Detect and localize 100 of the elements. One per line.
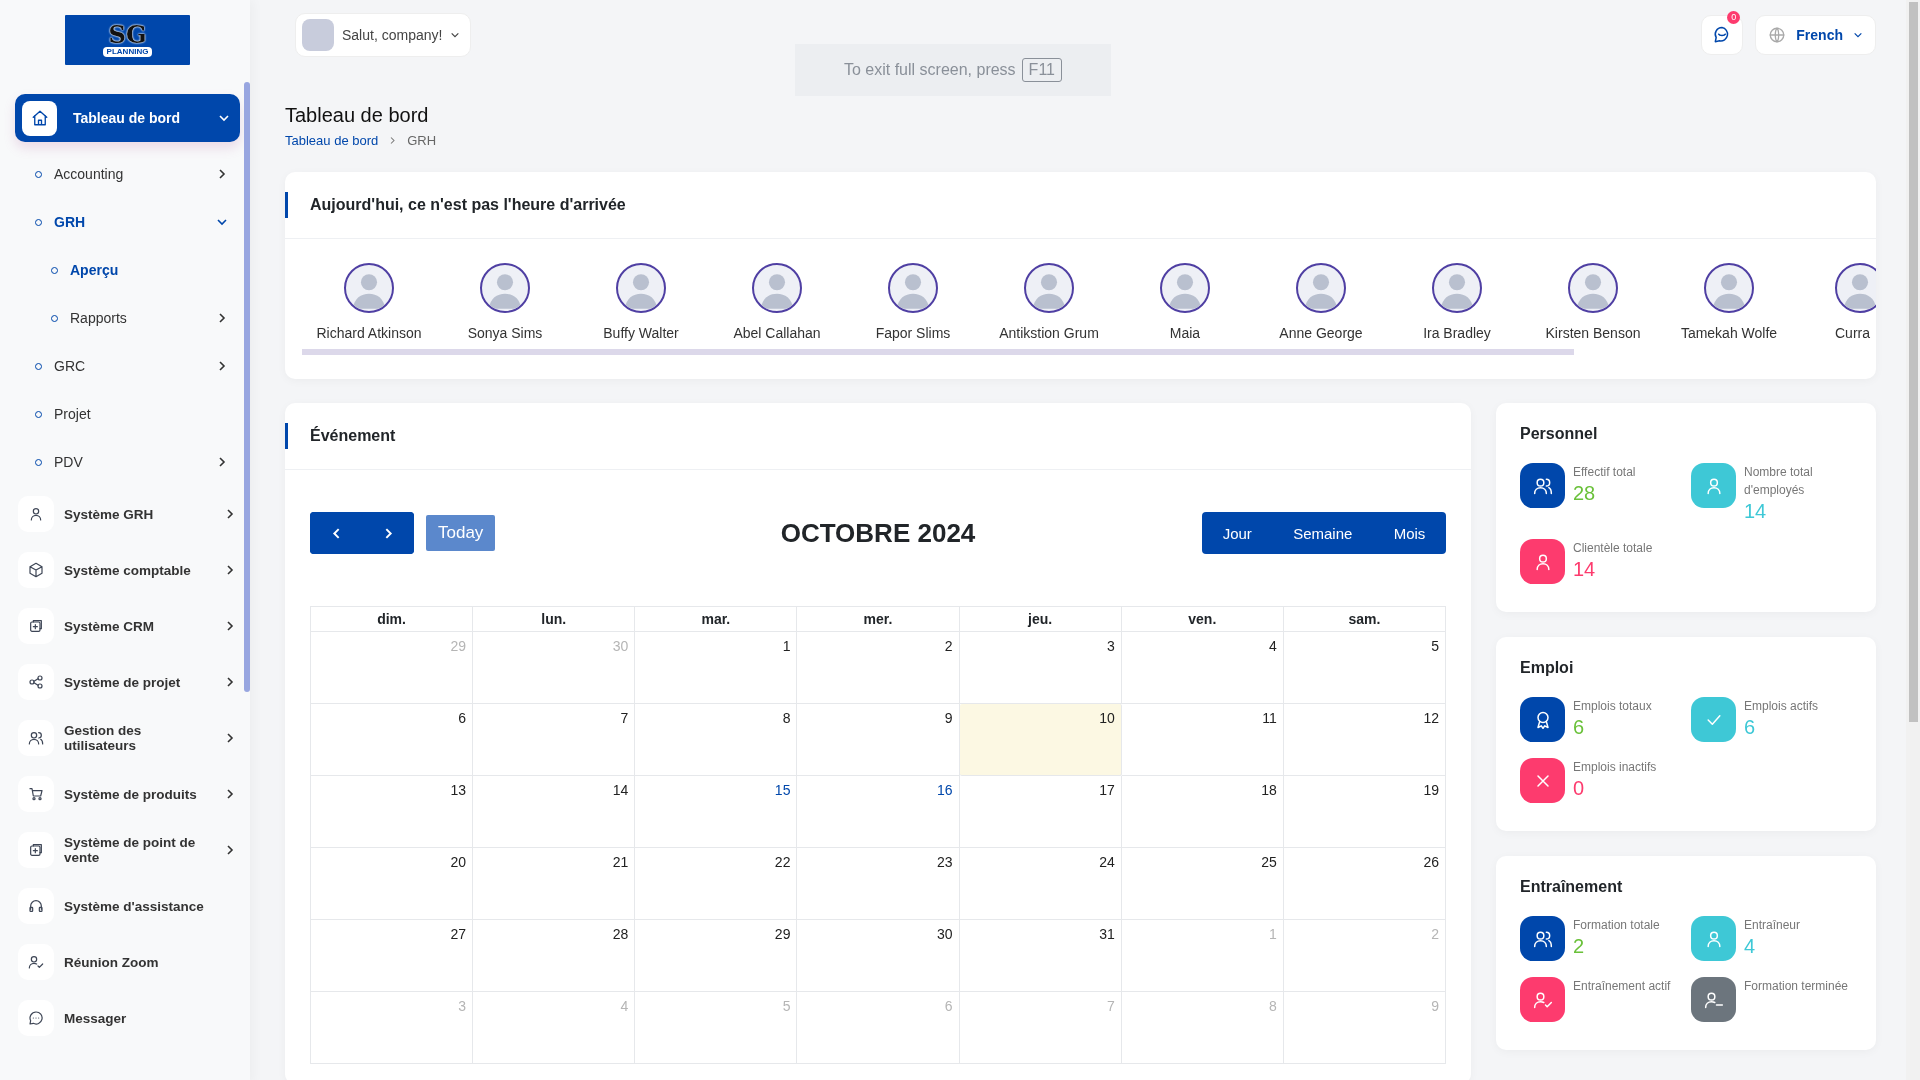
chevron-icon: [224, 676, 236, 688]
calendar-day[interactable]: 21: [473, 848, 636, 920]
chevron-icon: [216, 456, 228, 468]
sidebar-item[interactable]: Projet: [15, 390, 240, 438]
calendar-day[interactable]: 16: [797, 776, 960, 848]
sidebar-item[interactable]: Messager: [15, 990, 240, 1046]
calendar-day[interactable]: 11: [1121, 704, 1284, 776]
calendar-day[interactable]: 12: [1283, 704, 1446, 776]
day-number: 22: [774, 854, 791, 870]
day-number: 4: [620, 998, 629, 1014]
calendar-day[interactable]: 2: [797, 632, 960, 704]
calendar-day[interactable]: 26: [1283, 848, 1446, 920]
sidebar-item[interactable]: Système de produits: [15, 766, 240, 822]
day-number: 7: [620, 710, 629, 726]
calendar-day[interactable]: 18: [1121, 776, 1284, 848]
logo[interactable]: SG PLANNING: [65, 15, 190, 65]
view-button[interactable]: Semaine: [1279, 512, 1367, 554]
calendar-day[interactable]: 8: [635, 704, 798, 776]
today-button[interactable]: Today: [426, 515, 496, 551]
home-icon: [30, 109, 49, 127]
calendar-day[interactable]: 7: [473, 704, 636, 776]
day-number: 31: [1099, 926, 1115, 942]
sidebar-item[interactable]: Rapports: [15, 294, 240, 342]
chevron-icon: [224, 564, 236, 576]
sidebar-item[interactable]: Tableau de bord: [15, 94, 240, 142]
sidebar-item[interactable]: GRH: [15, 198, 240, 246]
sidebar-item[interactable]: Système comptable: [15, 542, 240, 598]
sidebar-item[interactable]: Accounting: [15, 150, 240, 198]
day-number: 30: [937, 926, 953, 942]
chevron-icon: [1853, 30, 1863, 40]
day-number: 9: [1431, 998, 1439, 1014]
calendar-day[interactable]: 25: [1121, 848, 1284, 920]
avatar: [1704, 263, 1754, 313]
day-number: 17: [1099, 782, 1115, 798]
calendar-day[interactable]: 6: [311, 704, 474, 776]
calendar-day[interactable]: 31: [959, 920, 1122, 992]
calendar-day[interactable]: 9: [797, 704, 960, 776]
view-button[interactable]: Mois: [1379, 512, 1440, 554]
calendar-day[interactable]: 15: [635, 776, 798, 848]
user-menu-button[interactable]: Salut, company!: [295, 13, 472, 57]
notice-text: To exit full screen, press: [844, 61, 1016, 79]
breadcrumb-link[interactable]: Tableau de bord: [285, 133, 379, 148]
sidebar-item[interactable]: Système d'assistance: [15, 878, 240, 934]
calendar-day[interactable]: 13: [311, 776, 474, 848]
notification-button[interactable]: [1701, 15, 1744, 55]
person-name: Maia: [1169, 324, 1201, 343]
sidebar-item[interactable]: Réunion Zoom: [15, 934, 240, 990]
calendar-day[interactable]: 22: [635, 848, 798, 920]
calendar-day[interactable]: 24: [959, 848, 1122, 920]
sidebar-item[interactable]: GRC: [15, 342, 240, 390]
avatar: [1835, 263, 1876, 313]
chevron-icon: [450, 30, 461, 40]
scrollbar[interactable]: [1909, 2, 1918, 722]
sidebar-item[interactable]: Système CRM: [15, 598, 240, 654]
calendar-day[interactable]: 20: [311, 848, 474, 920]
calendar-day[interactable]: 23: [797, 848, 960, 920]
calendar-day[interactable]: 28: [473, 920, 636, 992]
calendar-day[interactable]: 4: [1121, 632, 1284, 704]
calendar-day[interactable]: 30: [797, 920, 960, 992]
day-number: 8: [782, 710, 791, 726]
stat-value: 14: [1744, 499, 1768, 523]
language-button[interactable]: French: [1755, 15, 1876, 55]
calendar-day[interactable]: 14: [473, 776, 636, 848]
scrollbar[interactable]: [302, 349, 1574, 355]
day-number: 3: [1106, 638, 1115, 654]
sidebar-item[interactable]: Système de point de vente: [15, 822, 240, 878]
day-number: 28: [612, 926, 629, 942]
calendar-day[interactable]: 1: [635, 632, 798, 704]
calendar-day[interactable]: 10: [959, 704, 1122, 776]
chevron-icon: [216, 216, 228, 228]
weekday-header: ven.: [1121, 607, 1284, 632]
day-number: 25: [1261, 854, 1277, 870]
day-number: 29: [774, 926, 791, 942]
day-number: 2: [1431, 926, 1439, 942]
sidebar-item[interactable]: Système de projet: [15, 654, 240, 710]
calendar-day[interactable]: 17: [959, 776, 1122, 848]
person-name: Antikstion Grum: [999, 324, 1099, 343]
cart-icon: [28, 786, 44, 802]
stat-value: 4: [1744, 934, 1757, 958]
day-number: 29: [450, 638, 467, 654]
view-button[interactable]: Jour: [1208, 512, 1266, 554]
day-number: 5: [1431, 638, 1439, 654]
scrollbar[interactable]: [244, 82, 250, 692]
sidebar-item[interactable]: PDV: [15, 438, 240, 486]
calendar-day[interactable]: 29: [635, 920, 798, 992]
calendar-day[interactable]: 27: [311, 920, 474, 992]
day-number: 2: [944, 638, 953, 654]
sidebar-item[interactable]: Système GRH: [15, 486, 240, 542]
share-icon: [28, 674, 44, 690]
card-title: Entraînement: [1520, 878, 1624, 896]
day-number: 1: [782, 638, 791, 654]
stat-value: 2: [1573, 934, 1586, 958]
card-title: Personnel: [1520, 425, 1599, 443]
calendar-month-title: OCTOBRE 2024: [780, 517, 976, 549]
avatar: [1296, 263, 1346, 313]
sidebar-item[interactable]: Aperçu: [15, 246, 240, 294]
sidebar-item[interactable]: Gestion des utilisateurs: [15, 710, 240, 766]
weekday-header: jeu.: [959, 607, 1122, 632]
calendar-day[interactable]: 5: [1283, 632, 1446, 704]
calendar-day[interactable]: 19: [1283, 776, 1446, 848]
